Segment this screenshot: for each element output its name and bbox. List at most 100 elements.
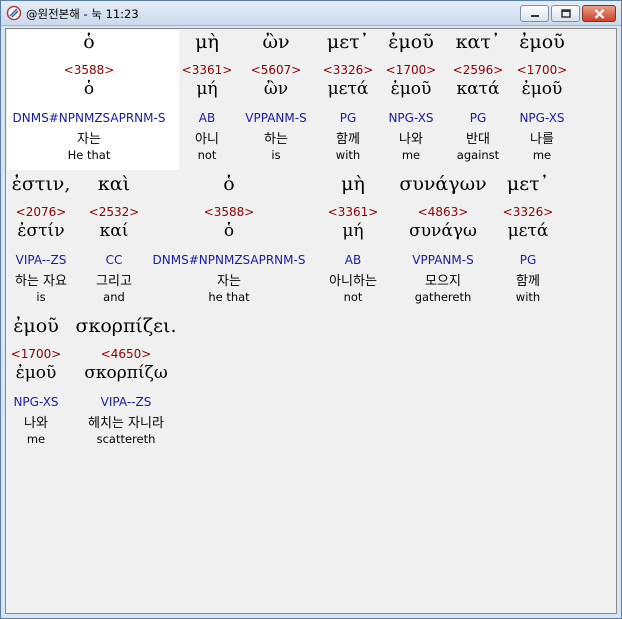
strong-number[interactable]: <2076> <box>16 205 67 219</box>
morphology-code: DNMS#NPNMZSAPRNM-S <box>12 111 166 125</box>
interlinear-panel[interactable]: ὁ <3588> ὁ DNMS#NPNMZSAPRNM-S 자는 He that μὴ <33… <box>5 28 617 614</box>
strong-number[interactable]: <4863> <box>418 205 469 219</box>
strong-number[interactable]: <3588> <box>204 205 255 219</box>
greek-word: ὁ <box>83 31 95 53</box>
strong-number[interactable]: <3326> <box>323 63 374 77</box>
morphology-code: PG <box>339 111 357 125</box>
greek-word: μετ᾽ <box>506 173 550 195</box>
korean-gloss: 나와 <box>399 132 423 147</box>
morphology-code: VPPANM-S <box>412 253 474 267</box>
lemma: σκορπίζω <box>84 363 168 383</box>
strong-number[interactable]: <1700> <box>386 63 437 77</box>
greek-word: ὁ <box>223 173 235 195</box>
minimize-button[interactable] <box>520 5 549 22</box>
korean-gloss: 헤치는 자니라 <box>88 416 164 431</box>
title-bar[interactable]: @원전본해 - 눅 11:23 <box>1 1 621 26</box>
english-gloss: and <box>103 290 125 304</box>
korean-gloss: 자는 <box>77 132 101 147</box>
greek-word: μὴ <box>195 31 219 53</box>
greek-word: μὴ <box>341 173 365 195</box>
strong-number[interactable]: <2532> <box>89 205 140 219</box>
strong-number[interactable]: <3361> <box>182 63 233 77</box>
morphology-code: NPG-XS <box>519 111 565 125</box>
greek-word: ἐμοῦ <box>388 31 434 53</box>
strong-number[interactable]: <3588> <box>64 63 115 77</box>
korean-gloss: 하는 자요 <box>15 274 67 289</box>
strong-number[interactable]: <3326> <box>503 205 554 219</box>
english-gloss: not <box>197 148 217 162</box>
english-gloss: me <box>532 148 552 162</box>
app-window: @원전본해 - 눅 11:23 ὁ <3588> ὁ DNMS#NPNMZSAPRNM… <box>0 0 622 619</box>
lemma: μή <box>342 221 364 241</box>
greek-word: σκορπίζει. <box>75 315 177 337</box>
strong-number[interactable]: <1700> <box>517 63 568 77</box>
morphology-code: VIPA--ZS <box>15 253 67 267</box>
korean-gloss: 반대 <box>466 132 490 147</box>
english-gloss: me <box>401 148 421 162</box>
lemma: κατά <box>456 79 500 99</box>
english-gloss: he that <box>208 290 250 304</box>
english-gloss: He that <box>67 148 111 162</box>
strong-number[interactable]: <1700> <box>11 347 62 361</box>
morphology-code: PG <box>519 253 537 267</box>
greek-word: κατ᾽ <box>455 31 501 53</box>
strong-number[interactable]: <4650> <box>101 347 152 361</box>
lemma: ἐμοῦ <box>390 79 432 99</box>
korean-gloss: 아니하는 <box>329 274 377 289</box>
greek-word: καὶ <box>97 173 131 195</box>
morphology-code: NPG-XS <box>388 111 434 125</box>
lemma: ἐμοῦ <box>521 79 563 99</box>
strong-number[interactable]: <2596> <box>453 63 504 77</box>
strong-number[interactable]: <5607> <box>251 63 302 77</box>
minimize-icon <box>530 14 539 17</box>
english-gloss: is <box>36 290 46 304</box>
lemma: ἐμοῦ <box>15 363 57 383</box>
close-icon <box>594 8 604 19</box>
korean-gloss: 나를 <box>530 132 554 147</box>
morphology-code: VIPA--ZS <box>100 395 152 409</box>
lemma: ὢν <box>263 79 289 99</box>
lemma: μετά <box>327 79 369 99</box>
english-gloss: against <box>456 148 500 162</box>
korean-gloss: 함께 <box>336 132 360 147</box>
english-gloss: with <box>335 148 361 162</box>
lemma: μή <box>196 79 218 99</box>
greek-word: ἐμοῦ <box>519 31 565 53</box>
greek-word: ἐστιν, <box>11 173 71 195</box>
morphology-code: AB <box>344 253 362 267</box>
morphology-code: NPG-XS <box>13 395 59 409</box>
korean-gloss: 그리고 <box>96 274 132 289</box>
lemma: καί <box>99 221 129 241</box>
lemma: συνάγω <box>409 221 477 241</box>
greek-word: ἐμοῦ <box>13 315 59 337</box>
lemma: ἐστίν <box>17 221 65 241</box>
morphology-code: VPPANM-S <box>245 111 307 125</box>
greek-word: ὢν <box>262 31 290 53</box>
morphology-code: PG <box>469 111 487 125</box>
maximize-icon <box>560 9 571 18</box>
lemma: ὁ <box>83 79 95 99</box>
morphology-code: DNMS#NPNMZSAPRNM-S <box>152 253 306 267</box>
window-title: @원전본해 - 눅 11:23 <box>26 7 139 21</box>
morphology-code: AB <box>198 111 216 125</box>
greek-word: μετ᾽ <box>326 31 370 53</box>
english-gloss: gathereth <box>414 290 472 304</box>
lemma: μετά <box>507 221 549 241</box>
strong-number[interactable]: <3361> <box>328 205 379 219</box>
korean-gloss: 함께 <box>516 274 540 289</box>
maximize-button[interactable] <box>551 5 580 22</box>
lemma: ὁ <box>223 221 235 241</box>
english-gloss: is <box>271 148 281 162</box>
english-gloss: me <box>26 432 46 446</box>
english-gloss: with <box>515 290 541 304</box>
korean-gloss: 아니 <box>195 132 219 147</box>
close-button[interactable] <box>582 5 616 22</box>
korean-gloss: 모으지 <box>425 274 461 289</box>
korean-gloss: 자는 <box>217 274 241 289</box>
morphology-code: CC <box>105 253 123 267</box>
korean-gloss: 하는 <box>264 132 288 147</box>
app-icon <box>6 5 22 21</box>
greek-word: συνάγων <box>399 173 487 195</box>
korean-gloss: 나와 <box>24 416 48 431</box>
english-gloss: not <box>343 290 363 304</box>
